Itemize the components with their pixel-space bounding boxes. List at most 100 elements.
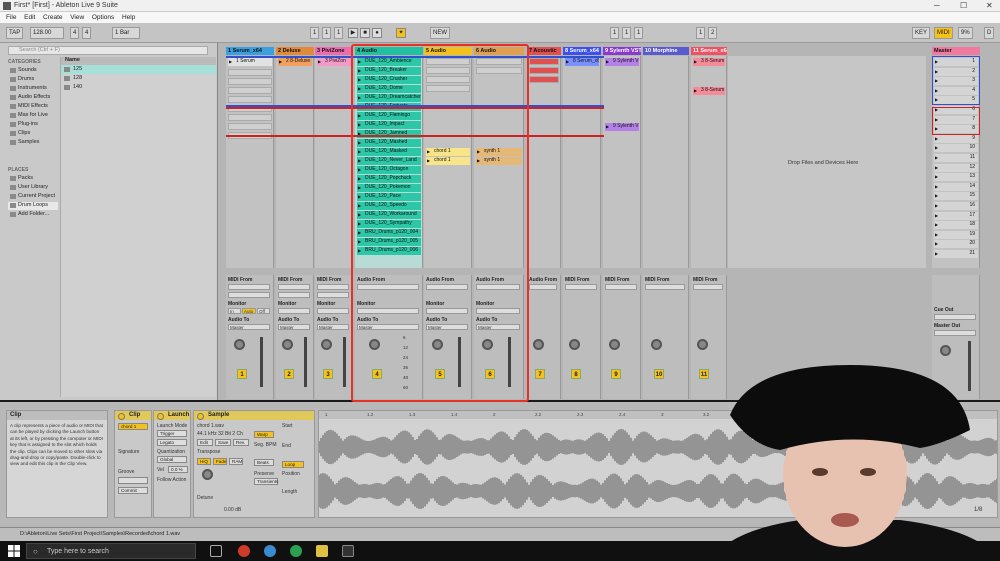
clip-slot[interactable] <box>228 114 272 121</box>
track-header-9[interactable]: 9 Sylenth VST <box>603 47 641 55</box>
ram-button[interactable]: RAM <box>229 458 243 465</box>
scene-launch-button[interactable]: 20 <box>934 240 978 249</box>
master-out-select[interactable] <box>934 330 976 336</box>
chrome-icon[interactable] <box>238 545 250 557</box>
reverse-button[interactable]: Rev. <box>233 439 249 446</box>
file-row[interactable]: 125 <box>61 65 216 74</box>
category-sounds[interactable]: Sounds <box>8 67 58 75</box>
category-max-for-live[interactable]: Max for Live <box>8 112 58 120</box>
menu-file[interactable]: File <box>6 14 16 21</box>
scene-launch-button[interactable]: 15 <box>934 192 978 201</box>
category-instruments[interactable]: Instruments <box>8 85 58 93</box>
edit-button[interactable]: Edit <box>197 439 213 446</box>
track-activator[interactable]: 10 <box>654 369 664 379</box>
position-bar[interactable]: 1 <box>310 27 320 39</box>
midi-map-button[interactable]: MIDI <box>934 27 953 39</box>
audio-to-select[interactable]: Master <box>278 324 310 330</box>
clip-slot[interactable]: 9 Sylenth VST <box>605 123 639 131</box>
quantization-select[interactable]: 1 Bar <box>112 27 140 39</box>
midi-from-select[interactable] <box>317 284 349 290</box>
track-header-master[interactable]: Master <box>932 47 980 55</box>
clip-slot[interactable]: 1 Serum <box>228 58 272 66</box>
volume-knob[interactable] <box>321 339 332 350</box>
category-clips[interactable]: Clips <box>8 130 58 138</box>
clip-slot[interactable]: 3 8-Serum <box>693 87 725 95</box>
volume-knob[interactable] <box>234 339 245 350</box>
quantization-select[interactable]: Global <box>157 456 187 463</box>
minimize-icon[interactable]: ─ <box>934 1 940 10</box>
midi-from-select[interactable] <box>228 284 270 290</box>
cue-out-select[interactable] <box>934 314 976 320</box>
track-activator[interactable]: 8 <box>571 369 581 379</box>
commit-button[interactable]: Commit <box>118 487 148 494</box>
transpose-knob[interactable] <box>202 469 213 480</box>
scene-launch-button[interactable]: 13 <box>934 173 978 182</box>
midi-from-select[interactable] <box>565 284 597 290</box>
scene-launch-button[interactable]: 10 <box>934 144 978 153</box>
master-volume-knob[interactable] <box>940 345 951 356</box>
midi-from-select[interactable] <box>693 284 723 290</box>
close-icon[interactable]: ✕ <box>986 1 993 10</box>
browser-search-input[interactable]: Search (Ctrl + F) <box>8 46 208 55</box>
track-header-2[interactable]: 2 Deluxe <box>276 47 314 55</box>
track-activator[interactable]: 3 <box>323 369 333 379</box>
fade-button[interactable]: Fade <box>213 458 227 465</box>
chrome-icon[interactable] <box>264 545 276 557</box>
clip-slot[interactable] <box>228 69 272 76</box>
clip-name-field[interactable]: chord 1 <box>118 423 148 430</box>
loop-button[interactable]: Loop <box>282 461 304 468</box>
place-drum-loops[interactable]: Drum Loops <box>8 202 58 210</box>
place-packs[interactable]: Packs <box>8 175 58 183</box>
menu-help[interactable]: Help <box>122 14 135 21</box>
track-activator[interactable]: 2 <box>284 369 294 379</box>
scene-launch-button[interactable]: 9 <box>934 134 978 143</box>
category-samples[interactable]: Samples <box>8 139 58 147</box>
track-activator[interactable]: 1 <box>237 369 247 379</box>
monitor-select[interactable] <box>278 308 310 314</box>
file-explorer-icon[interactable] <box>316 545 328 557</box>
track-header-1[interactable]: 1 Serum_x64 <box>226 47 274 55</box>
category-midi-effects[interactable]: MIDI Effects <box>8 103 58 111</box>
menu-edit[interactable]: Edit <box>24 14 35 21</box>
track-header-11[interactable]: 11 Serum_x64 <box>691 47 727 55</box>
save-button[interactable]: Save <box>215 439 231 446</box>
tap-button[interactable]: TAP <box>6 27 24 39</box>
key-map-button[interactable]: KEY <box>912 27 931 39</box>
audio-from-select[interactable] <box>529 284 557 290</box>
volume-knob[interactable] <box>609 339 620 350</box>
track-header-3[interactable]: 3 PiviZone <box>315 47 353 55</box>
audio-to-select[interactable]: Master <box>317 324 349 330</box>
preserve-select[interactable]: Transients <box>254 478 278 485</box>
midi-channel-select[interactable] <box>228 292 270 298</box>
monitor-select[interactable] <box>317 308 349 314</box>
file-row[interactable]: 140 <box>61 83 216 92</box>
clip-slot[interactable] <box>228 96 272 103</box>
category-plugins[interactable]: Plug-ins <box>8 121 58 129</box>
chrome-icon[interactable] <box>290 545 302 557</box>
loop-start-beat[interactable]: 1 <box>622 27 632 39</box>
launch-mode-select[interactable]: Trigger <box>157 430 187 437</box>
loop-start-bar[interactable]: 1 <box>610 27 620 39</box>
monitor-in-button[interactable]: In <box>228 308 241 314</box>
volume-knob[interactable] <box>651 339 662 350</box>
midi-from-select[interactable] <box>645 284 685 290</box>
signature-denominator[interactable]: 4 <box>82 27 92 39</box>
loop-length-beat[interactable]: 2 <box>708 27 718 39</box>
stop-icon[interactable]: ■ <box>360 28 370 38</box>
monitor-auto-button[interactable]: Auto <box>242 308 256 314</box>
clip-slot[interactable]: 9 Sylenth VST <box>605 58 639 66</box>
menu-view[interactable]: View <box>70 14 84 21</box>
scene-launch-button[interactable]: 16 <box>934 202 978 210</box>
clip-slot[interactable] <box>529 67 559 74</box>
place-add-folder[interactable]: Add Folder... <box>8 211 58 219</box>
signature-numerator[interactable]: 4 <box>70 27 80 39</box>
clip-slot[interactable]: 3 PiviZon <box>317 58 351 66</box>
midi-channel-select[interactable] <box>278 292 310 298</box>
drop-zone[interactable]: Drop Files and Devices Here <box>728 56 926 268</box>
scene-launch-button[interactable]: 12 <box>934 163 978 172</box>
automation-arm-icon[interactable]: ✦ <box>396 28 406 38</box>
clip-slot[interactable] <box>228 78 272 85</box>
scene-launch-button[interactable]: 17 <box>934 211 978 220</box>
midi-from-select[interactable] <box>278 284 310 290</box>
punch-field[interactable]: NEW <box>430 27 450 39</box>
